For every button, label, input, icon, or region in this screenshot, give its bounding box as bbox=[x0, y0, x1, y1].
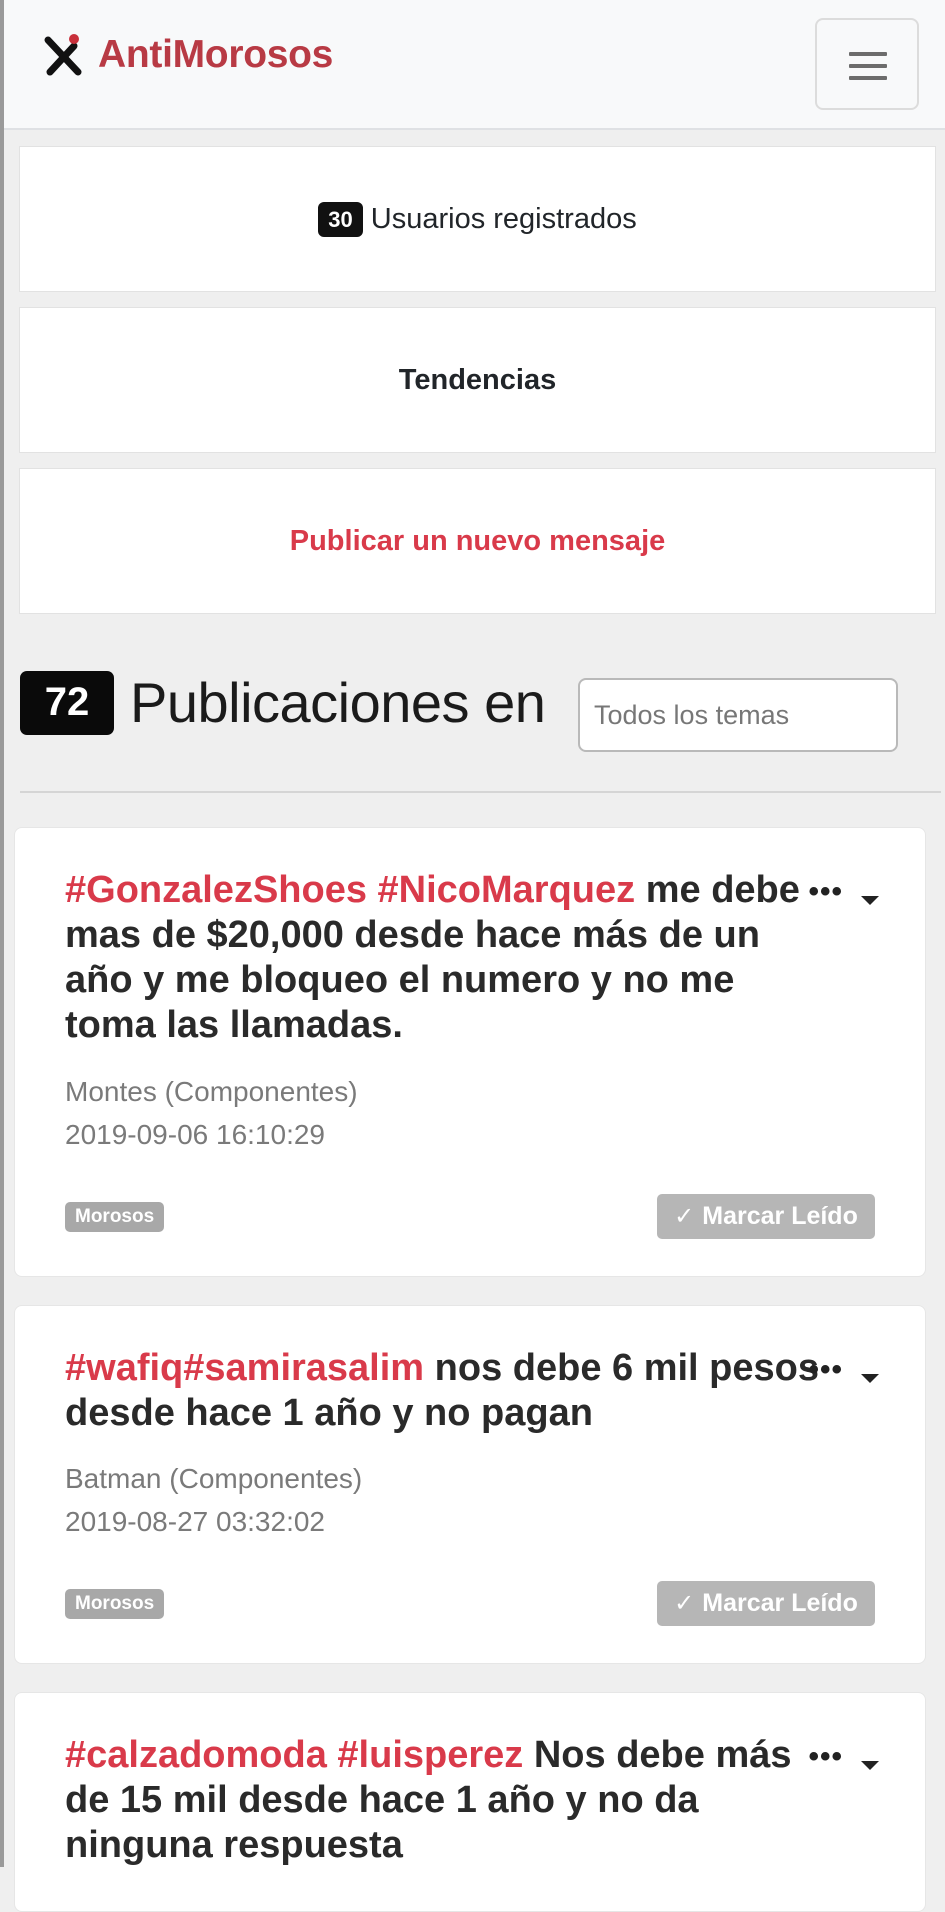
category-badge[interactable]: Morosos bbox=[65, 1589, 165, 1619]
mark-read-button[interactable]: ✓ Marcar Leído bbox=[657, 1581, 875, 1626]
brand-name: AntiMorosos bbox=[98, 33, 334, 76]
post-text: #wafiq#samirasalim nos debe 6 mil pesos … bbox=[65, 1346, 825, 1436]
feed-title: Publicaciones en bbox=[130, 671, 546, 734]
post-author: Batman (Componentes) bbox=[65, 1463, 363, 1494]
post-options-dropdown[interactable]: ••• bbox=[808, 1740, 879, 1773]
post-date: 2019-08-27 03:32:02 bbox=[65, 1506, 325, 1537]
publish-panel[interactable]: Publicar un nuevo mensaje bbox=[19, 468, 936, 614]
topic-select[interactable]: Todos los temas bbox=[578, 678, 898, 752]
brand-link[interactable]: AntiMorosos bbox=[40, 32, 333, 78]
registered-users-panel[interactable]: 30 Usuarios registrados bbox=[19, 146, 936, 292]
caret-down-icon bbox=[861, 896, 879, 905]
more-icon: ••• bbox=[808, 875, 843, 908]
category-badge[interactable]: Morosos bbox=[65, 1202, 165, 1232]
more-icon: ••• bbox=[808, 1740, 843, 1773]
hamburger-icon bbox=[849, 52, 887, 56]
posts-count-badge: 72 bbox=[20, 670, 114, 735]
post-text: #GonzalezShoes #NicoMarquez me debe mas … bbox=[65, 868, 825, 1048]
hamburger-icon-bar bbox=[849, 76, 887, 80]
post-card: #wafiq#samirasalim nos debe 6 mil pesos … bbox=[14, 1305, 926, 1664]
post-hashtags[interactable]: #calzadomoda #luisperez bbox=[65, 1734, 523, 1776]
caret-down-icon bbox=[861, 1374, 879, 1383]
window-edge bbox=[0, 0, 4, 1867]
post-hashtags[interactable]: #wafiq#samirasalim bbox=[65, 1347, 424, 1389]
post-author: Montes (Componentes) bbox=[65, 1076, 358, 1107]
mark-read-label: Marcar Leído bbox=[702, 1202, 858, 1230]
mark-read-label: Marcar Leído bbox=[702, 1589, 858, 1617]
post-date: 2019-09-06 16:10:29 bbox=[65, 1119, 325, 1150]
post-options-dropdown[interactable]: ••• bbox=[808, 1353, 879, 1386]
post-text: #calzadomoda #luisperez Nos debe más de … bbox=[65, 1733, 825, 1868]
trends-panel[interactable]: Tendencias bbox=[19, 307, 936, 453]
post-options-dropdown[interactable]: ••• bbox=[808, 875, 879, 908]
post-card: #GonzalezShoes #NicoMarquez me debe mas … bbox=[14, 827, 926, 1277]
menu-toggle-button[interactable] bbox=[815, 18, 919, 110]
mark-read-button[interactable]: ✓ Marcar Leído bbox=[657, 1194, 875, 1239]
hamburger-icon-bar bbox=[849, 64, 887, 68]
users-label: Usuarios registrados bbox=[370, 202, 637, 235]
publish-new-message-link[interactable]: Publicar un nuevo mensaje bbox=[290, 525, 666, 558]
more-icon: ••• bbox=[808, 1353, 843, 1386]
divider bbox=[20, 791, 941, 793]
trends-label: Tendencias bbox=[398, 363, 557, 396]
users-count-badge: 30 bbox=[318, 201, 363, 237]
x-runner-logo-icon bbox=[40, 32, 86, 78]
post-card: #calzadomoda #luisperez Nos debe más de … bbox=[14, 1692, 926, 1912]
caret-down-icon bbox=[861, 1761, 879, 1770]
post-hashtags[interactable]: #GonzalezShoes #NicoMarquez bbox=[65, 869, 635, 911]
check-icon: ✓ bbox=[674, 1203, 695, 1230]
feed-heading: 72 Publicaciones en bbox=[20, 670, 546, 735]
check-icon: ✓ bbox=[674, 1590, 695, 1617]
top-navbar: AntiMorosos bbox=[4, 0, 945, 130]
